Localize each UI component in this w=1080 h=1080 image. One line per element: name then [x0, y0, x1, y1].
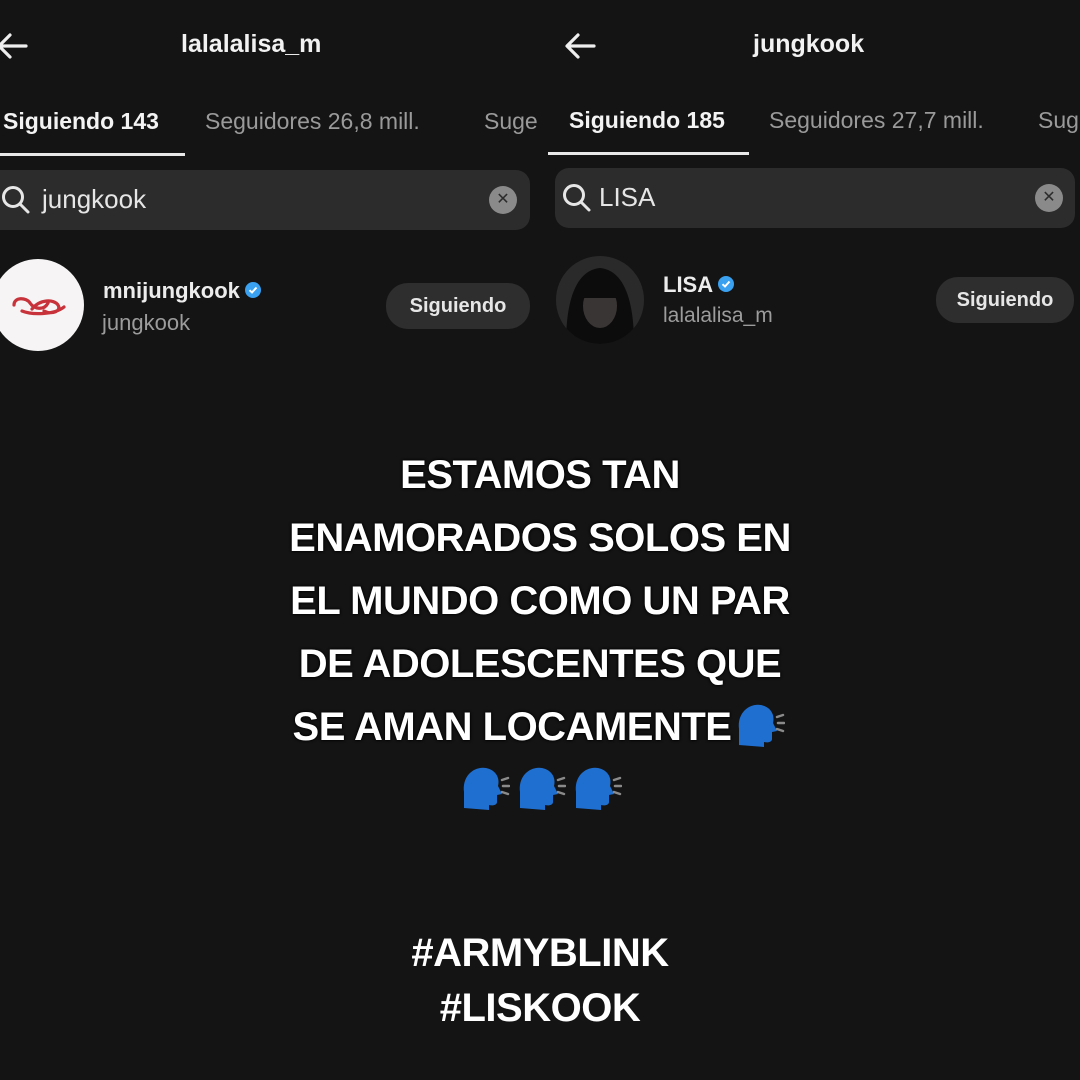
user-name: mnijungkook — [103, 278, 261, 304]
user-name-text: LISA — [663, 272, 714, 297]
profile-following-panel-left: lalalalisa_m Siguiendo 143 Seguidores 26… — [0, 0, 540, 380]
search-query-text: jungkook — [42, 184, 147, 214]
search-input[interactable]: jungkook ✕ — [0, 170, 530, 230]
tab-following[interactable]: Siguiendo 143 — [3, 108, 159, 135]
caption-line: EL MUNDO COMO UN PAR — [290, 579, 790, 623]
profile-photo-icon — [556, 256, 644, 344]
caption-line: SE AMAN LOCAMENTE — [292, 705, 732, 749]
avatar[interactable] — [0, 259, 84, 351]
active-tab-indicator — [548, 152, 749, 155]
speaking-head-icon — [575, 768, 622, 811]
back-arrow-icon[interactable] — [0, 26, 32, 66]
user-handle: lalalalisa_m — [663, 304, 773, 327]
verified-badge-icon — [244, 282, 261, 299]
hashtag: #ARMYBLINK — [411, 931, 669, 975]
profile-username-title: jungkook — [753, 30, 865, 58]
tab-suggested[interactable]: Sug — [1038, 107, 1079, 134]
tab-followers[interactable]: Seguidores 27,7 mill. — [769, 107, 984, 134]
user-name-text: mnijungkook — [103, 278, 240, 303]
speaking-head-icon — [463, 768, 510, 811]
search-input[interactable]: LISA ✕ — [555, 168, 1075, 228]
tab-following[interactable]: Siguiendo 185 — [569, 107, 725, 134]
speaking-head-icon — [739, 705, 786, 748]
caption-line: ESTAMOS TAN — [400, 453, 680, 497]
following-button[interactable]: Siguiendo — [386, 283, 530, 329]
avatar[interactable] — [556, 256, 644, 344]
speaking-head-icon — [519, 768, 566, 811]
emoji-row — [140, 759, 940, 822]
search-query-text: LISA — [599, 182, 656, 212]
clear-search-icon[interactable]: ✕ — [489, 186, 517, 214]
clear-search-icon[interactable]: ✕ — [1035, 184, 1063, 212]
caption-line: ENAMORADOS SOLOS EN — [289, 516, 791, 560]
hashtag: #LISKOOK — [439, 986, 641, 1030]
profile-following-panel-right: jungkook Siguiendo 185 Seguidores 27,7 m… — [548, 0, 1080, 380]
back-arrow-icon[interactable] — [560, 26, 600, 66]
caption-line-with-emoji: SE AMAN LOCAMENTE — [140, 696, 940, 759]
logo-icon — [12, 297, 66, 316]
tab-followers[interactable]: Seguidores 26,8 mill. — [205, 108, 420, 135]
search-icon — [563, 184, 591, 212]
active-tab-indicator — [0, 153, 185, 156]
user-name: LISA — [663, 272, 735, 298]
caption-line: DE ADOLESCENTES QUE — [298, 642, 782, 686]
search-icon — [2, 186, 30, 214]
tab-suggested[interactable]: Suge — [484, 108, 538, 135]
verified-badge-icon — [718, 276, 735, 293]
user-handle: jungkook — [102, 310, 191, 335]
hashtags: #ARMYBLINK #LISKOOK — [140, 926, 940, 1036]
profile-username-title: lalalalisa_m — [181, 30, 322, 58]
following-button[interactable]: Siguiendo — [936, 277, 1074, 323]
caption-text: ESTAMOS TAN ENAMORADOS SOLOS EN EL MUNDO… — [140, 444, 940, 822]
